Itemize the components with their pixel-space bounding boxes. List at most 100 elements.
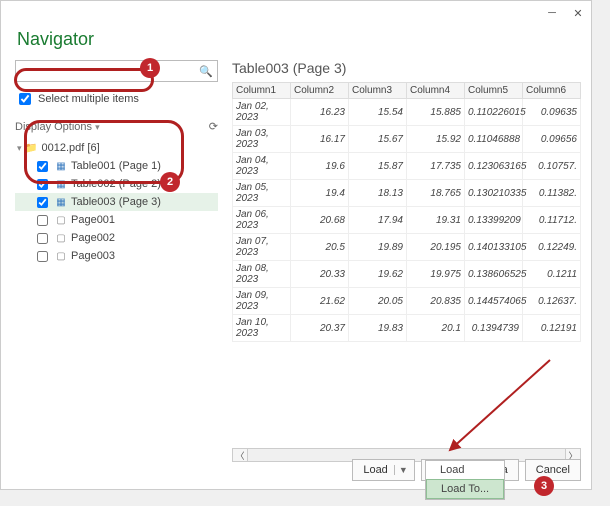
table-cell: 15.87: [349, 153, 407, 180]
table-cell: 0.12249.: [523, 234, 581, 261]
tree-item-checkbox[interactable]: [37, 251, 48, 262]
scroll-left-button[interactable]: 〈: [232, 448, 248, 462]
table-cell: 17.94: [349, 207, 407, 234]
table-cell: 18.765: [407, 180, 465, 207]
table-row: Jan 06, 202320.6817.9419.310.133992090.1…: [233, 207, 581, 234]
tree-item[interactable]: ▦ Table002 (Page 2): [15, 175, 218, 193]
select-multiple-checkbox[interactable]: Select multiple items: [15, 90, 218, 108]
table-cell: 17.735: [407, 153, 465, 180]
navigator-dialog: ─ ✕ Navigator 🔍 Select multiple items Di…: [0, 0, 592, 490]
table-row: Jan 03, 202316.1715.6715.920.110468880.0…: [233, 126, 581, 153]
tree-root-label: 0012.pdf [6]: [42, 142, 100, 154]
tree-root[interactable]: ▾ 📁 0012.pdf [6]: [15, 139, 218, 157]
page-icon: ▢: [55, 214, 67, 226]
table-cell: 19.83: [349, 315, 407, 342]
table-cell: Jan 02, 2023: [233, 99, 291, 126]
column-header[interactable]: Column2: [291, 83, 349, 99]
tree-item[interactable]: ▢Page003: [15, 247, 218, 265]
column-header[interactable]: Column1: [233, 83, 291, 99]
minimize-button[interactable]: ─: [545, 6, 559, 20]
search-box[interactable]: 🔍: [15, 60, 218, 82]
table-cell: 0.144574065: [465, 288, 523, 315]
collapse-icon[interactable]: ▾: [17, 143, 22, 154]
tree-item-checkbox[interactable]: [37, 233, 48, 244]
table-row: Jan 07, 202320.519.8920.1950.1401331050.…: [233, 234, 581, 261]
table-row: Jan 08, 202320.3319.6219.9750.1386065250…: [233, 261, 581, 288]
table-cell: 19.975: [407, 261, 465, 288]
table-row: Jan 10, 202320.3719.8320.10.13947390.121…: [233, 315, 581, 342]
table-cell: 20.835: [407, 288, 465, 315]
tree: ▾ 📁 0012.pdf [6] ▦ Table001 (Page 1) ▦ Tabl…: [15, 139, 218, 265]
table-cell: Jan 08, 2023: [233, 261, 291, 288]
table-cell: 0.123063165: [465, 153, 523, 180]
search-input[interactable]: [20, 64, 199, 78]
table-cell: 0.1394739: [465, 315, 523, 342]
table-cell: 20.33: [291, 261, 349, 288]
select-multiple-label: Select multiple items: [38, 93, 139, 105]
table-cell: 20.68: [291, 207, 349, 234]
table-cell: Jan 03, 2023: [233, 126, 291, 153]
table-cell: 0.11046888: [465, 126, 523, 153]
load-dropdown-menu: Load Load To...: [425, 460, 505, 500]
table-cell: 19.4: [291, 180, 349, 207]
tree-item[interactable]: ▢Page002: [15, 229, 218, 247]
table-cell: 19.6: [291, 153, 349, 180]
folder-icon: 📁: [26, 142, 38, 154]
select-multiple-input[interactable]: [19, 93, 31, 105]
table-cell: 16.17: [291, 126, 349, 153]
refresh-icon[interactable]: ⟳: [209, 120, 218, 133]
table-row: Jan 02, 202316.2315.5415.8850.1102260150…: [233, 99, 581, 126]
table-cell: 15.67: [349, 126, 407, 153]
table-cell: 0.138606525: [465, 261, 523, 288]
dropdown-item-load[interactable]: Load: [426, 461, 504, 479]
preview-title: Table003 (Page 3): [232, 60, 581, 76]
close-button[interactable]: ✕: [571, 6, 585, 20]
table-cell: Jan 07, 2023: [233, 234, 291, 261]
table-cell: Jan 06, 2023: [233, 207, 291, 234]
table-cell: 19.62: [349, 261, 407, 288]
tree-item-checkbox[interactable]: [37, 197, 48, 208]
table-cell: 20.37: [291, 315, 349, 342]
tree-item-checkbox[interactable]: [37, 161, 48, 172]
table-cell: 0.13399209: [465, 207, 523, 234]
cancel-button[interactable]: Cancel: [525, 459, 581, 481]
tree-item[interactable]: ▦ Table003 (Page 3): [15, 193, 218, 211]
table-icon: ▦: [55, 196, 67, 208]
table-icon: ▦: [55, 178, 67, 190]
preview-panel: Table003 (Page 3) Column1Column2Column3C…: [226, 58, 591, 463]
tree-item[interactable]: ▦ Table001 (Page 1): [15, 157, 218, 175]
table-cell: 21.62: [291, 288, 349, 315]
load-button[interactable]: Load ▼: [352, 459, 414, 481]
table-cell: 0.12191: [523, 315, 581, 342]
table-cell: 0.11382.: [523, 180, 581, 207]
table-cell: 18.13: [349, 180, 407, 207]
table-cell: 20.195: [407, 234, 465, 261]
column-header[interactable]: Column5: [465, 83, 523, 99]
table-cell: 0.110226015: [465, 99, 523, 126]
table-cell: 19.31: [407, 207, 465, 234]
tree-item-label: Table002 (Page 2): [71, 178, 161, 190]
tree-item[interactable]: ▢Page001: [15, 211, 218, 229]
column-header[interactable]: Column6: [523, 83, 581, 99]
table-cell: 15.54: [349, 99, 407, 126]
column-header[interactable]: Column3: [349, 83, 407, 99]
dropdown-item-load-to[interactable]: Load To...: [426, 479, 504, 499]
column-header[interactable]: Column4: [407, 83, 465, 99]
tree-item-label: Table003 (Page 3): [71, 196, 161, 208]
table-icon: ▦: [55, 160, 67, 172]
table-cell: 20.5: [291, 234, 349, 261]
display-options[interactable]: Display Options ▾ ⟳: [15, 120, 218, 133]
table-cell: 0.09656: [523, 126, 581, 153]
table-cell: Jan 05, 2023: [233, 180, 291, 207]
tree-item-checkbox[interactable]: [37, 179, 48, 190]
tree-item-checkbox[interactable]: [37, 215, 48, 226]
page-icon: ▢: [55, 250, 67, 262]
table-cell: 0.1211: [523, 261, 581, 288]
table-cell: 15.885: [407, 99, 465, 126]
page-icon: ▢: [55, 232, 67, 244]
chevron-down-icon: ▾: [95, 122, 100, 132]
tree-item-label: Table001 (Page 1): [71, 160, 161, 172]
table-cell: Jan 09, 2023: [233, 288, 291, 315]
dialog-title: Navigator: [1, 25, 591, 58]
load-dropdown-caret[interactable]: ▼: [394, 465, 412, 475]
